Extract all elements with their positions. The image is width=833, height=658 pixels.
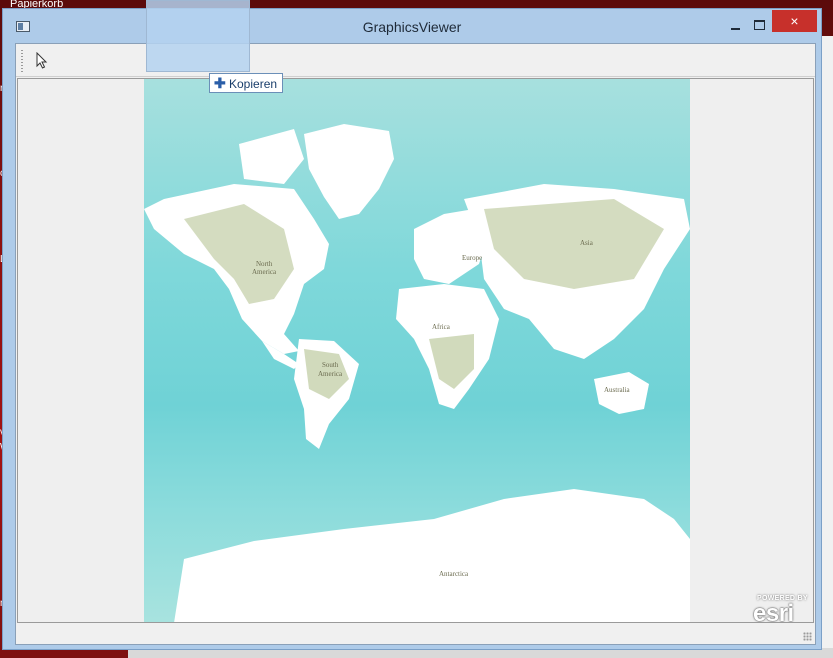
client-area: North America South America Europe Asia … [15, 43, 816, 645]
label-europe: Europe [462, 254, 482, 262]
label-asia: Asia [580, 239, 594, 247]
title-bar[interactable]: GraphicsViewer × [3, 9, 821, 43]
copy-label: Kopieren [229, 77, 278, 91]
maximize-button[interactable] [749, 16, 771, 34]
esri-logo: esri [753, 600, 794, 623]
drag-copy-tooltip: ✚ Kopieren [209, 73, 283, 93]
esri-attribution: POWERED BY esri [753, 595, 813, 623]
status-bar [16, 625, 815, 644]
toolbar [16, 44, 815, 77]
plus-icon: ✚ [214, 75, 226, 91]
toolbar-grip[interactable] [21, 50, 23, 72]
label-north-america-line2: America [252, 268, 277, 276]
drag-preview [146, 0, 250, 72]
cursor-arrow-icon[interactable] [34, 51, 50, 70]
label-north-america-line1: North [256, 260, 273, 268]
close-button[interactable]: × [772, 10, 817, 32]
resize-grip[interactable] [803, 632, 812, 641]
label-australia: Australia [604, 386, 631, 394]
label-south-america-line2: America [318, 370, 343, 378]
minimize-button[interactable] [725, 16, 747, 34]
window-title: GraphicsViewer [362, 19, 462, 35]
world-map[interactable]: North America South America Europe Asia … [144, 79, 690, 623]
label-antarctica: Antarctica [439, 570, 469, 578]
graphics-viewer-window: GraphicsViewer × North America South Ame… [2, 8, 822, 650]
graphics-view[interactable]: North America South America Europe Asia … [17, 78, 814, 623]
label-africa: Africa [432, 323, 451, 331]
label-south-america-line1: South [322, 361, 339, 369]
